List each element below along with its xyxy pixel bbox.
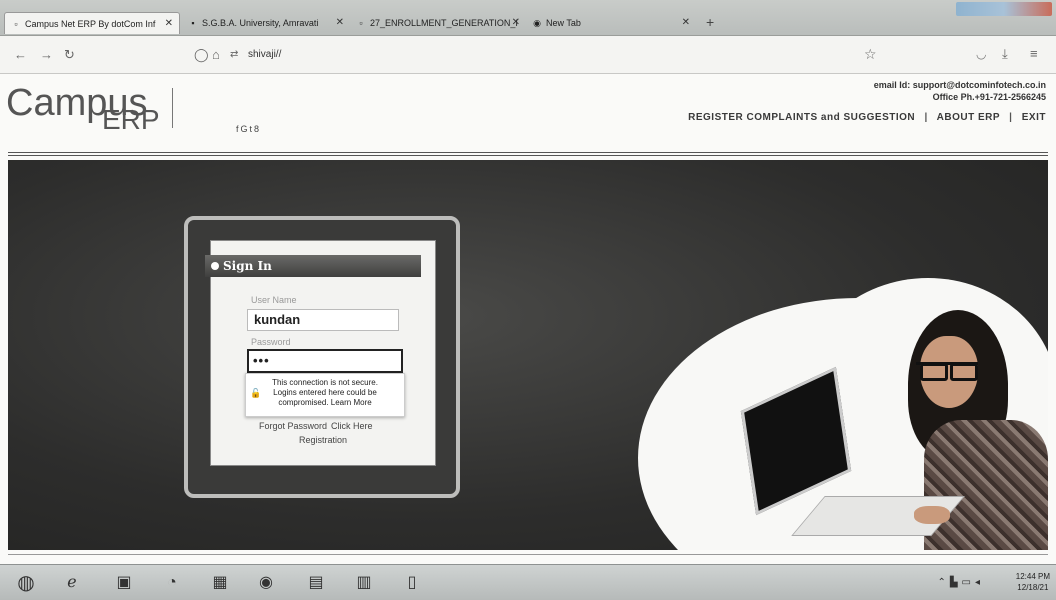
connection-icon: ⇄ — [230, 49, 239, 60]
nav-separator: | — [1009, 112, 1013, 123]
clock-date: 12/18/21 — [1017, 583, 1049, 592]
tab-label: Campus Net ERP By dotCom Inf — [25, 19, 156, 29]
laptop-screen — [740, 366, 852, 516]
clock-time: 12:44 PM — [1015, 572, 1050, 581]
shield-icon[interactable]: ◯ — [194, 48, 209, 62]
contact-phone: Office Ph.+91-721-2566245 — [932, 92, 1046, 102]
document-icon[interactable]: ▤ — [296, 569, 336, 597]
tab-label: S.G.B.A. University, Amravati — [202, 18, 319, 28]
page-icon: ▫ — [359, 18, 363, 28]
bookmark-star-icon[interactable]: ☆ — [864, 46, 877, 63]
reload-icon[interactable]: ↻ — [64, 48, 75, 62]
system-clock[interactable]: 12:44 PM 12/18/21 — [1016, 571, 1050, 593]
forward-arrow-icon[interactable]: → — [40, 48, 53, 62]
hamburger-menu-icon[interactable]: ≡ — [1030, 46, 1038, 61]
tab-new-tab[interactable]: ◉ New Tab ✕ — [526, 12, 696, 34]
network-app-icon[interactable]: ▥ — [344, 569, 384, 597]
close-icon[interactable]: ✕ — [512, 12, 520, 34]
browser-tab-bar: ▫ Campus Net ERP By dotCom Inf ✕ ▪ S.G.B… — [0, 0, 1056, 36]
media-player-icon[interactable]: ◔ — [152, 569, 192, 597]
browser-nav-bar: ← → ↻ ◯ ⌂ ⇄ shivaji// ☆ ◡ ⤓ ≡ — [0, 36, 1056, 74]
insecure-login-warning: 🔓 This connection is not secure. Logins … — [245, 373, 405, 417]
notepad-icon[interactable]: ▯ — [392, 569, 432, 597]
forgot-password-text: Forgot Password — [259, 421, 328, 431]
exit-link[interactable]: EXIT — [1022, 112, 1046, 123]
header-divider — [8, 152, 1048, 156]
warning-line: This connection is not secure. — [272, 378, 378, 387]
woman-with-laptop-illustration — [740, 300, 1048, 550]
web-page: Campus ERP fGt8 email Id: support@dotcom… — [0, 74, 1056, 564]
password-field[interactable]: ••• — [247, 349, 403, 373]
tab-campus-erp[interactable]: ▫ Campus Net ERP By dotCom Inf ✕ — [4, 12, 180, 34]
system-tray-icons[interactable]: ⌃▙▭◂ — [937, 577, 984, 588]
tab-label: New Tab — [546, 18, 581, 28]
username-label: User Name — [251, 295, 297, 305]
download-icon[interactable]: ⤓ — [1002, 46, 1008, 62]
login-frame: Sign In User Name kundan Password ••• 🔓 … — [184, 216, 460, 498]
social-icons[interactable]: fGt8 — [236, 124, 261, 134]
close-icon[interactable]: ✕ — [336, 12, 344, 34]
lock-icon: 🔓 — [250, 388, 262, 398]
top-navigation: REGISTER COMPLAINTS and SUGGESTION | ABO… — [688, 112, 1046, 123]
pocket-icon[interactable]: ◡ — [976, 47, 986, 61]
login-panel: Sign In User Name kundan Password ••• 🔓 … — [205, 240, 436, 466]
firefox-icon: ◉ — [533, 18, 541, 28]
start-button[interactable]: ◍ — [4, 569, 48, 597]
back-arrow-icon[interactable]: ← — [14, 48, 27, 62]
hero-banner: Sign In User Name kundan Password ••• 🔓 … — [8, 160, 1048, 550]
internet-explorer-icon[interactable]: ℯ — [52, 569, 92, 597]
window-controls[interactable] — [956, 2, 1052, 16]
spreadsheet-icon[interactable]: ▦ — [200, 569, 240, 597]
tab-university[interactable]: ▪ S.G.B.A. University, Amravati ✕ — [182, 12, 350, 34]
username-field[interactable]: kundan — [247, 309, 399, 331]
contact-email: email Id: support@dotcominfotech.co.in — [873, 80, 1046, 90]
forgot-password: Forgot Password Click Here — [259, 421, 373, 431]
close-icon[interactable]: ✕ — [165, 13, 173, 34]
about-erp-link[interactable]: ABOUT ERP — [937, 112, 1000, 123]
page-icon: ▫ — [14, 19, 18, 29]
logo-divider — [172, 88, 173, 128]
glasses — [916, 362, 978, 381]
shirt — [924, 420, 1048, 550]
password-label: Password — [251, 337, 291, 347]
lock-icon[interactable]: ⌂ — [212, 48, 220, 62]
learn-more-link[interactable]: compromised. Learn More — [246, 398, 404, 408]
tab-label: 27_ENROLLMENT_GENERATION_I — [370, 18, 518, 28]
forgot-password-link[interactable]: Click Here — [331, 421, 373, 431]
address-bar[interactable]: shivaji// — [248, 49, 281, 60]
register-complaints-link[interactable]: REGISTER COMPLAINTS and SUGGESTION — [688, 112, 915, 123]
hand — [914, 506, 950, 524]
signin-heading: Sign In — [205, 255, 421, 277]
nav-separator: | — [924, 112, 928, 123]
close-icon[interactable]: ✕ — [682, 12, 690, 34]
logo-erp: ERP — [102, 104, 160, 135]
firefox-icon[interactable]: ◉ — [246, 569, 286, 597]
tab-enrollment[interactable]: ▫ 27_ENROLLMENT_GENERATION_I ✕ — [350, 12, 526, 34]
warning-line: Logins entered here could be — [273, 388, 377, 397]
file-explorer-icon[interactable]: ▣ — [104, 569, 144, 597]
footer-divider — [8, 554, 1048, 555]
registration-link[interactable]: Registration — [299, 435, 347, 445]
university-icon: ▪ — [191, 18, 195, 28]
windows-taskbar: ◍ ℯ ▣ ◔ ▦ ◉ ▤ ▥ ▯ ⌃▙▭◂ 12:44 PM 12/18/21 — [0, 564, 1056, 600]
new-tab-button[interactable]: + — [706, 14, 714, 30]
